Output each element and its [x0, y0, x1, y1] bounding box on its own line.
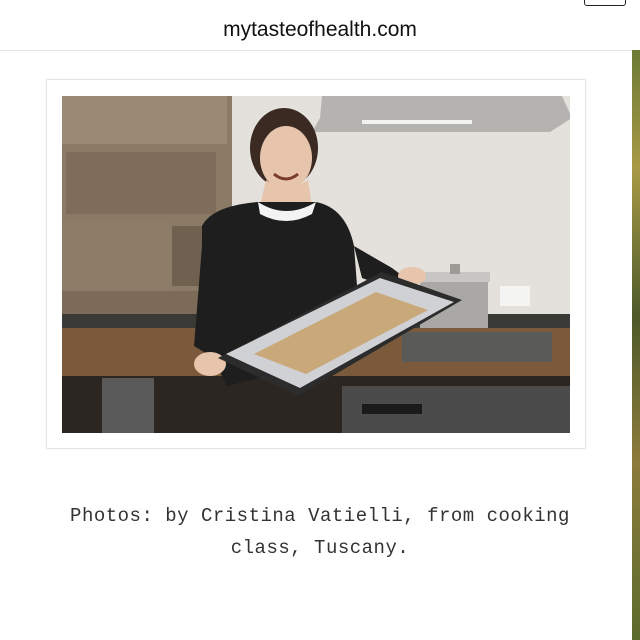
caption-line-1: Photos: by Cristina Vatielli, from cooki… — [70, 505, 570, 527]
address-bar[interactable]: mytasteofhealth.com — [0, 10, 640, 51]
status-bar — [0, 0, 640, 10]
battery-icon — [584, 0, 626, 6]
photo-caption: Photos: by Cristina Vatielli, from cooki… — [20, 500, 620, 564]
url-text: mytasteofhealth.com — [223, 18, 417, 41]
photo-image[interactable] — [62, 96, 570, 433]
caption-line-2: class, Tuscany. — [230, 537, 410, 559]
photo-illustration — [62, 96, 570, 433]
adjacent-image-strip — [632, 50, 640, 640]
